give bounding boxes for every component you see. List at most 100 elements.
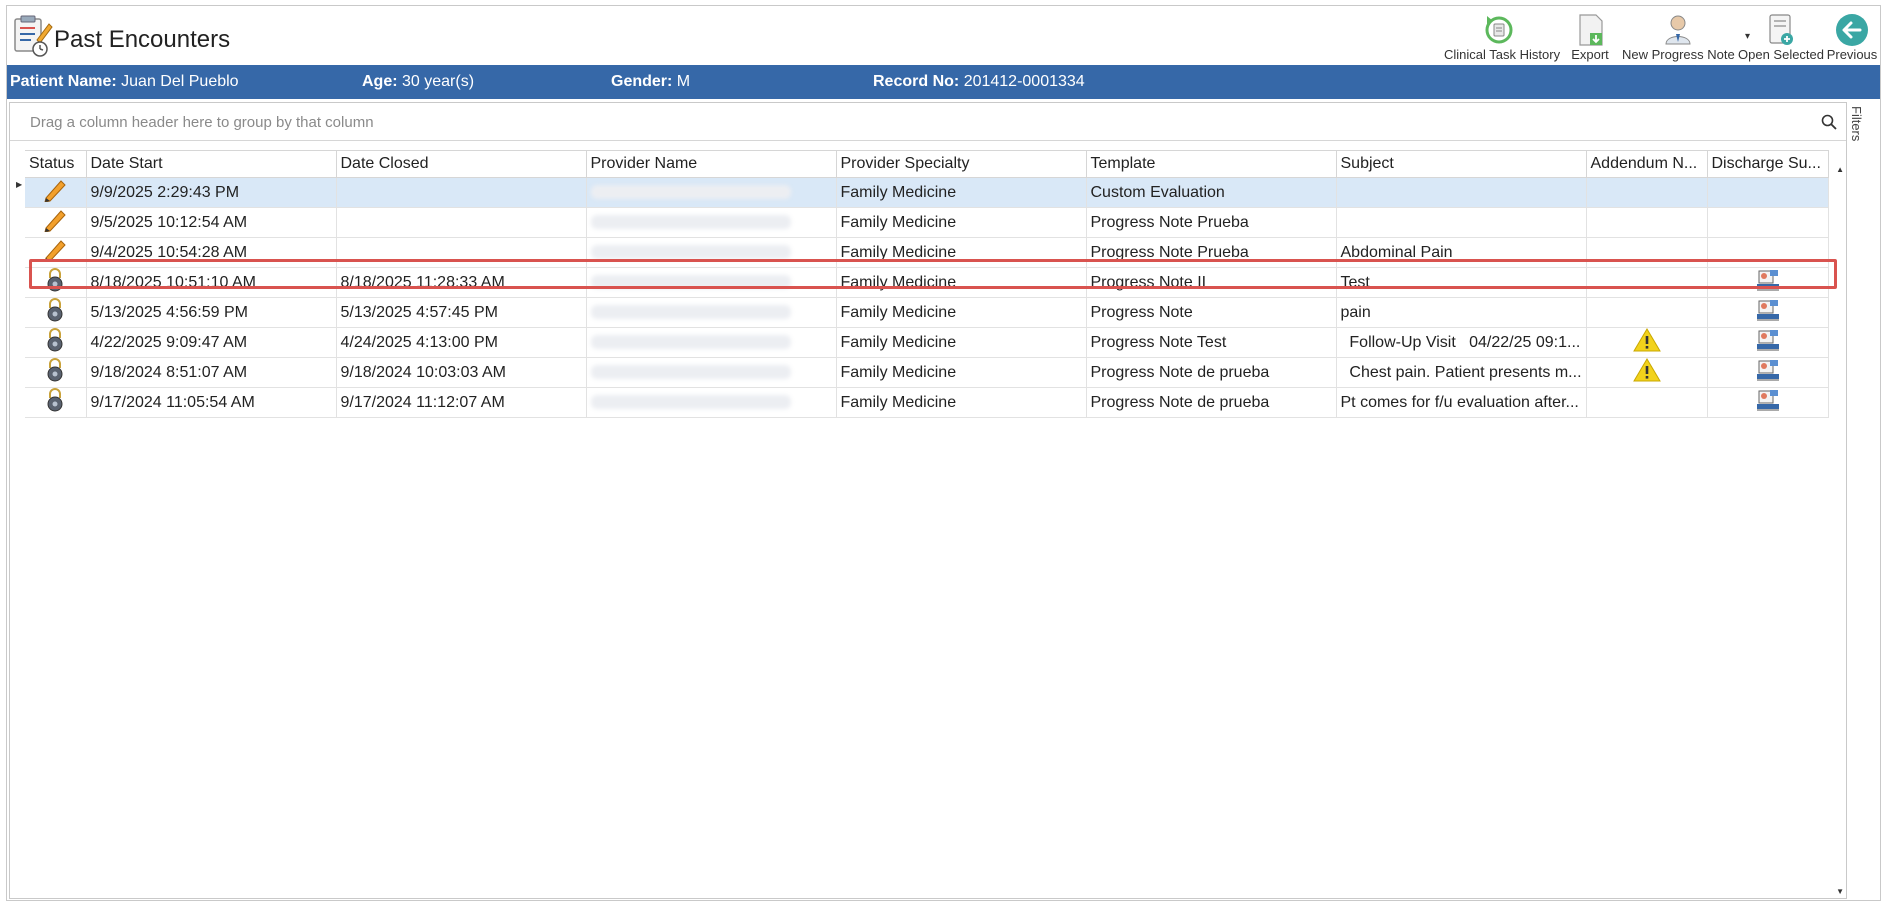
status-cell — [25, 297, 87, 328]
pencil-edit-icon — [42, 180, 68, 206]
addendum-cell — [1586, 267, 1708, 298]
template-cell: Progress Note II — [1086, 267, 1337, 298]
export-button[interactable]: Export — [1562, 6, 1618, 65]
addendum-cell — [1586, 237, 1708, 268]
table-row[interactable]: 9/9/2025 2:29:43 PM Family Medicine Custom… — [25, 177, 1829, 208]
group-by-panel[interactable]: Drag a column header here to group by th… — [10, 103, 1846, 141]
search-icon[interactable] — [1820, 113, 1838, 131]
column-header-date-closed[interactable]: Date Closed — [336, 150, 587, 178]
warning-icon[interactable] — [1632, 328, 1661, 356]
provider-specialty-cell: Family Medicine — [836, 327, 1087, 358]
date-start-cell: 9/17/2024 11:05:54 AM — [86, 387, 337, 418]
table-row[interactable]: 9/5/2025 10:12:54 AM Family Medicine Progr… — [25, 207, 1829, 238]
previous-arrow-icon — [1836, 14, 1868, 46]
lock-icon — [44, 328, 66, 356]
filters-label: Filters — [1849, 106, 1864, 142]
discharge-summary-cell — [1707, 267, 1829, 298]
provider-name-cell — [586, 297, 837, 328]
patient-banner: Patient Name: Juan Del Pueblo Age: 30 ye… — [7, 65, 1880, 99]
patient-gender-field: Gender: M — [611, 73, 690, 91]
date-start-cell: 9/5/2025 10:12:54 AM — [86, 207, 337, 238]
discharge-summary-cell — [1707, 387, 1829, 418]
discharge-summary-icon[interactable] — [1755, 360, 1781, 386]
scroll-up-arrow[interactable]: ▲ — [1836, 165, 1844, 174]
status-cell — [25, 177, 87, 208]
export-label: Export — [1571, 47, 1609, 62]
redacted-provider-name — [590, 335, 791, 350]
new-progress-note-label: New Progress Note — [1622, 47, 1735, 62]
date-start-cell: 9/18/2024 8:51:07 AM — [86, 357, 337, 388]
table-row[interactable]: 4/22/2025 9:09:47 AM 4/24/2025 4:13:00 PM… — [25, 327, 1829, 358]
table-row[interactable]: 8/18/2025 10:51:10 AM 8/18/2025 11:28:33 … — [25, 267, 1829, 298]
addendum-cell — [1586, 327, 1708, 358]
provider-name-cell — [586, 267, 837, 298]
header-row: Status Date Start Date Closed Provider Name… — [25, 150, 1829, 178]
discharge-summary-icon[interactable] — [1755, 390, 1781, 416]
redacted-provider-name — [590, 185, 791, 200]
column-header-date-start[interactable]: Date Start — [86, 150, 337, 178]
scroll-down-arrow[interactable]: ▼ — [1836, 887, 1844, 896]
subject-cell: Pt comes for f/u evaluation after... — [1336, 387, 1587, 418]
template-cell: Progress Note de prueba — [1086, 357, 1337, 388]
provider-name-cell — [586, 327, 837, 358]
addendum-cell — [1586, 297, 1708, 328]
column-header-subject[interactable]: Subject — [1336, 150, 1587, 178]
open-selected-label: Open Selected — [1738, 47, 1825, 62]
open-selected-button[interactable]: Open Selected — [1738, 6, 1825, 65]
clinical-task-history-button[interactable]: Clinical Task History — [1444, 6, 1560, 65]
current-row-indicator: ▶ — [16, 180, 23, 189]
previous-label: Previous — [1826, 47, 1878, 62]
table-row[interactable]: 9/4/2025 10:54:28 AM Family Medicine Progr… — [25, 237, 1829, 268]
column-header-status[interactable]: Status — [25, 150, 87, 178]
status-cell — [25, 267, 87, 298]
template-cell: Custom Evaluation — [1086, 177, 1337, 208]
redacted-provider-name — [590, 245, 791, 260]
redacted-provider-name — [590, 275, 791, 290]
status-cell — [25, 357, 87, 388]
column-header-template[interactable]: Template — [1086, 150, 1337, 178]
subject-cell — [1336, 207, 1587, 238]
discharge-summary-cell — [1707, 207, 1829, 238]
patient-age-value: 30 year(s) — [402, 73, 475, 90]
table-row[interactable]: 9/17/2024 11:05:54 AM 9/17/2024 11:12:07 … — [25, 387, 1829, 418]
discharge-summary-icon[interactable] — [1755, 330, 1781, 356]
addendum-cell — [1586, 357, 1708, 388]
table-row[interactable]: 5/13/2025 4:56:59 PM 5/13/2025 4:57:45 PM… — [25, 297, 1829, 328]
date-closed-cell: 4/24/2025 4:13:00 PM — [336, 327, 587, 358]
provider-specialty-cell: Family Medicine — [836, 237, 1087, 268]
redacted-provider-name — [590, 215, 791, 230]
warning-icon[interactable] — [1632, 358, 1661, 386]
encounters-grid: Drag a column header here to group by th… — [9, 102, 1847, 899]
date-start-cell: 9/9/2025 2:29:43 PM — [86, 177, 337, 208]
redacted-provider-name — [590, 305, 791, 320]
addendum-cell — [1586, 177, 1708, 208]
discharge-summary-cell — [1707, 297, 1829, 328]
patient-age-label: Age: — [362, 73, 398, 90]
new-progress-note-button[interactable]: New Progress Note — [1622, 6, 1735, 65]
column-header-provider-specialty[interactable]: Provider Specialty — [836, 150, 1087, 178]
table-row[interactable]: 9/18/2024 8:51:07 AM 9/18/2024 10:03:03 A… — [25, 357, 1829, 388]
discharge-summary-cell — [1707, 327, 1829, 358]
date-closed-cell: 9/17/2024 11:12:07 AM — [336, 387, 587, 418]
open-selected-icon — [1769, 14, 1793, 45]
discharge-summary-icon[interactable] — [1755, 270, 1781, 296]
column-header-provider-name[interactable]: Provider Name — [586, 150, 837, 178]
patient-record-label: Record No: — [873, 73, 960, 90]
template-cell: Progress Note Test — [1086, 327, 1337, 358]
template-cell: Progress Note Prueba — [1086, 207, 1337, 238]
discharge-summary-cell — [1707, 237, 1829, 268]
provider-name-cell — [586, 387, 837, 418]
encounter-notes-icon — [14, 15, 53, 57]
subject-cell: Follow-Up Visit 04/22/25 09:1... — [1336, 327, 1587, 358]
discharge-summary-icon[interactable] — [1755, 300, 1781, 326]
status-cell — [25, 207, 87, 238]
column-header-addendum-n[interactable]: Addendum N... — [1586, 150, 1708, 178]
column-header-discharge-su[interactable]: Discharge Su... — [1707, 150, 1829, 178]
page-title: Past Encounters — [54, 26, 231, 53]
previous-button[interactable]: Previous — [1826, 6, 1878, 65]
clinical-task-history-icon — [1485, 16, 1513, 44]
subject-cell: Abdominal Pain — [1336, 237, 1587, 268]
new-progress-note-icon — [1665, 15, 1691, 45]
date-closed-cell — [336, 237, 587, 268]
filters-side-tab[interactable]: Filters — [1846, 106, 1870, 166]
